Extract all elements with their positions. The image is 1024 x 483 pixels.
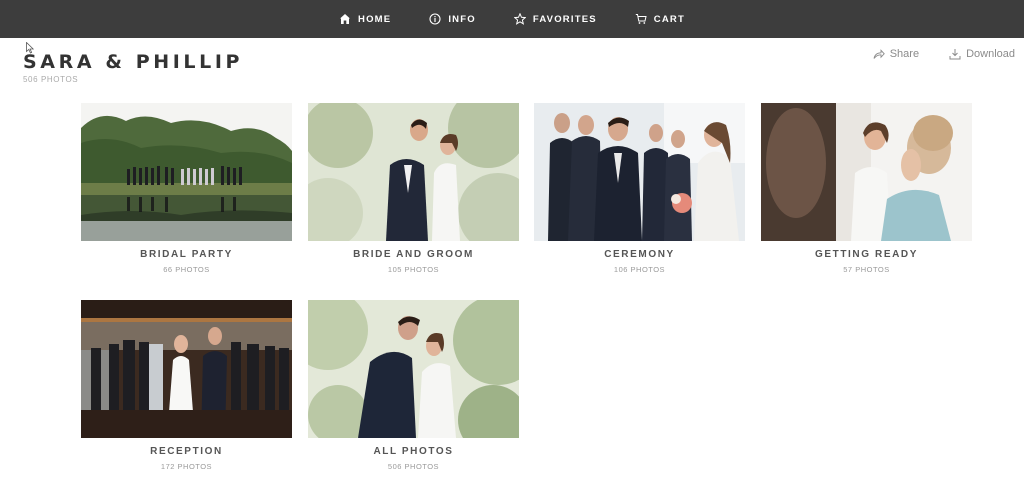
collection-photo-count: 506 PHOTOS: [387, 462, 440, 471]
share-label: Share: [889, 48, 920, 60]
collection-thumbnail[interactable]: [761, 103, 972, 241]
collection-photo-count: 172 PHOTOS: [160, 462, 213, 471]
download-icon: [949, 49, 961, 60]
collection-card-bridal-party[interactable]: BRIDAL PARTY 66 PHOTOS: [81, 103, 292, 274]
collection-thumbnail[interactable]: [81, 103, 292, 241]
collection-thumbnail[interactable]: [308, 103, 519, 241]
collection-card-getting-ready[interactable]: GETTING READY 57 PHOTOS: [761, 103, 972, 274]
share-button[interactable]: Share: [873, 48, 919, 60]
album-actions: Share Download: [843, 48, 1015, 60]
collection-thumbnail[interactable]: [81, 300, 292, 438]
bride-and-groom-photo: [308, 103, 519, 241]
nav-info-label: INFO: [448, 13, 476, 25]
collection-photo-count: 105 PHOTOS: [387, 265, 440, 274]
cart-icon: [635, 14, 647, 24]
album-photo-count: 506 PHOTOS: [23, 75, 79, 84]
bridal-party-photo: [81, 103, 292, 241]
collection-card-all-photos[interactable]: ALL PHOTOS 506 PHOTOS: [308, 300, 519, 471]
collection-title[interactable]: BRIDAL PARTY: [81, 249, 292, 260]
collection-card-bride-and-groom[interactable]: BRIDE AND GROOM 105 PHOTOS: [308, 103, 519, 274]
nav-cart-label: CART: [653, 13, 685, 25]
album-title: SARA & PHILLIP: [23, 51, 244, 73]
collection-thumbnail[interactable]: [308, 300, 519, 438]
collection-title[interactable]: BRIDE AND GROOM: [308, 249, 519, 260]
collection-card-ceremony[interactable]: CEREMONY 106 PHOTOS: [534, 103, 745, 274]
reception-photo: [81, 300, 292, 438]
home-icon: [340, 14, 351, 24]
getting-ready-photo: [761, 103, 972, 241]
top-navigation: HOME INFO FAVORITES CART: [0, 0, 1024, 38]
collection-title[interactable]: ALL PHOTOS: [308, 446, 519, 457]
info-icon: [429, 13, 441, 25]
collection-photo-count: 57 PHOTOS: [843, 265, 890, 274]
collection-photo-count: 66 PHOTOS: [163, 265, 210, 274]
album-header: SARA & PHILLIP 506 PHOTOS: [23, 51, 243, 84]
nav-home-label: HOME: [358, 13, 392, 25]
collection-photo-count: 106 PHOTOS: [613, 265, 666, 274]
nav-home[interactable]: HOME: [339, 0, 391, 38]
share-icon: [873, 49, 885, 59]
nav-favorites-label: FAVORITES: [532, 13, 597, 25]
ceremony-photo: [534, 103, 745, 241]
collection-thumbnail[interactable]: [534, 103, 745, 241]
download-button[interactable]: Download: [949, 48, 1015, 60]
collection-title[interactable]: RECEPTION: [81, 446, 292, 457]
nav-info[interactable]: INFO: [429, 0, 476, 38]
download-label: Download: [966, 48, 1015, 60]
all-photos-photo: [308, 300, 519, 438]
nav-cart[interactable]: CART: [635, 0, 685, 38]
collection-card-reception[interactable]: RECEPTION 172 PHOTOS: [81, 300, 292, 471]
star-icon: [513, 13, 526, 25]
collection-title[interactable]: GETTING READY: [761, 249, 972, 260]
collection-title[interactable]: CEREMONY: [534, 249, 745, 260]
nav-favorites[interactable]: FAVORITES: [513, 0, 597, 38]
